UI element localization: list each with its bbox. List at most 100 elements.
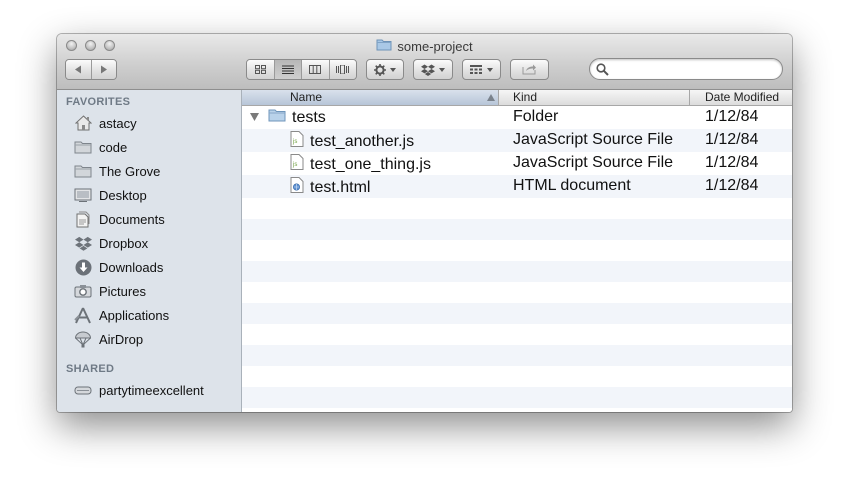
toolbar: some-project	[57, 34, 792, 90]
empty-row-stripe	[242, 345, 792, 366]
sidebar-item-code[interactable]: code	[73, 136, 127, 158]
sidebar-item-desktop[interactable]: Desktop	[73, 184, 147, 206]
sidebar-item-label: Applications	[99, 307, 170, 323]
sidebar-item-dropbox[interactable]: Dropbox	[73, 232, 148, 254]
column-header-kind-label: Kind	[513, 90, 538, 104]
file-date: 1/12/84	[705, 154, 759, 171]
window-title: some-project	[57, 38, 792, 54]
svg-text:js: js	[292, 162, 297, 168]
column-view-button[interactable]	[302, 60, 330, 79]
camera-icon	[73, 282, 93, 300]
empty-row-stripe	[242, 261, 792, 282]
icon-view-icon	[254, 65, 266, 74]
sidebar-item-label: The Grove	[99, 163, 161, 179]
svg-text:js: js	[292, 139, 297, 145]
sidebar-item-label: AirDrop	[99, 331, 144, 347]
column-header-date-label: Date Modified	[705, 90, 780, 104]
folder-icon	[376, 38, 392, 54]
coverflow-view-icon	[336, 65, 350, 74]
column-view-icon	[309, 65, 322, 74]
list-view-icon	[281, 65, 294, 74]
coverflow-view-button[interactable]	[329, 60, 356, 79]
gear-icon	[374, 63, 386, 76]
documents-icon	[73, 210, 93, 228]
sidebar-item-partytimeexcellent[interactable]: partytimeexcellent	[73, 379, 204, 401]
empty-row-stripe	[242, 303, 792, 324]
sidebar-item-label: Documents	[99, 211, 165, 227]
js-file-icon: js	[290, 154, 304, 175]
column-header-kind[interactable]: Kind	[499, 90, 690, 105]
file-kind: JavaScript Source File	[513, 154, 674, 171]
file-date: 1/12/84	[705, 108, 759, 125]
table-row[interactable]: test.html HTML document 1/12/84	[242, 175, 792, 198]
file-kind: Folder	[513, 108, 559, 125]
column-header-date-modified[interactable]: Date Modified	[690, 90, 792, 105]
empty-row-stripe	[242, 219, 792, 240]
home-icon	[73, 114, 93, 132]
file-name: test_one_thing.js	[310, 155, 431, 173]
chevron-down-icon	[390, 67, 396, 72]
file-date: 1/12/84	[705, 131, 759, 148]
view-mode-control	[246, 59, 357, 80]
sidebar-item-label: astacy	[99, 115, 137, 131]
sidebar-item-label: Desktop	[99, 187, 147, 203]
forward-arrow-icon	[100, 65, 107, 74]
file-name: test.html	[310, 178, 371, 196]
sidebar-item-documents[interactable]: Documents	[73, 208, 165, 230]
sidebar-item-label: Pictures	[99, 283, 146, 299]
sidebar: FAVORITES astacy code The Grove Desktop	[57, 90, 242, 412]
chevron-down-icon	[439, 67, 445, 72]
table-row[interactable]: js test_another.js JavaScript Source Fil…	[242, 129, 792, 152]
file-list: Name Kind Date Modified tests Folder 1/1…	[242, 90, 792, 412]
sort-ascending-icon	[487, 94, 495, 101]
arrange-icon	[470, 65, 482, 74]
sidebar-item-downloads[interactable]: Downloads	[73, 256, 163, 278]
folder-icon	[268, 108, 286, 127]
sidebar-item-label: Downloads	[99, 259, 164, 275]
file-kind: HTML document	[513, 177, 631, 194]
nav-buttons	[65, 59, 117, 80]
desktop-icon	[73, 186, 93, 204]
sidebar-item-label: partytimeexcellent	[99, 382, 204, 398]
action-menu-button[interactable]	[366, 59, 404, 80]
finder-window: some-project FAVORITES astacy code The G…	[57, 34, 792, 412]
window-title-text: some-project	[397, 38, 473, 54]
sidebar-item-the-grove[interactable]: The Grove	[73, 160, 160, 182]
sidebar-item-astacy[interactable]: astacy	[73, 112, 137, 134]
table-row[interactable]: js test_one_thing.js JavaScript Source F…	[242, 152, 792, 175]
empty-row-stripe	[242, 387, 792, 408]
sidebar-item-label: code	[99, 139, 128, 155]
sidebar-item-pictures[interactable]: Pictures	[73, 280, 146, 302]
table-row[interactable]: tests Folder 1/12/84	[242, 106, 792, 129]
dropbox-menu-button[interactable]	[413, 59, 453, 80]
file-name: test_another.js	[310, 132, 415, 150]
list-view-button[interactable]	[274, 60, 302, 79]
icon-view-button[interactable]	[247, 60, 275, 79]
back-button[interactable]	[66, 60, 92, 79]
applications-icon	[73, 306, 93, 324]
share-button[interactable]	[510, 59, 549, 80]
file-kind: JavaScript Source File	[513, 131, 674, 148]
file-name: tests	[292, 108, 326, 126]
search-icon	[596, 63, 609, 76]
arrange-menu-button[interactable]	[462, 59, 501, 80]
downloads-icon	[73, 258, 93, 276]
search-input[interactable]	[612, 61, 781, 79]
column-header-name-label: Name	[290, 90, 323, 104]
sidebar-header-favorites: FAVORITES	[66, 96, 131, 108]
folder-icon	[73, 138, 93, 156]
sidebar-item-applications[interactable]: Applications	[73, 304, 169, 326]
dropbox-icon	[421, 64, 435, 76]
sidebar-item-airdrop[interactable]: AirDrop	[73, 328, 143, 350]
file-date: 1/12/84	[705, 177, 759, 194]
column-header-name[interactable]: Name	[242, 90, 499, 105]
folder-icon	[73, 162, 93, 180]
forward-button[interactable]	[91, 60, 116, 79]
back-arrow-icon	[75, 65, 82, 74]
html-file-icon	[290, 177, 304, 198]
dropbox-icon	[73, 234, 93, 252]
column-headers: Name Kind Date Modified	[242, 90, 792, 106]
disclosure-triangle-icon[interactable]	[250, 113, 259, 121]
search-field[interactable]	[589, 58, 783, 80]
airdrop-icon	[73, 330, 93, 348]
